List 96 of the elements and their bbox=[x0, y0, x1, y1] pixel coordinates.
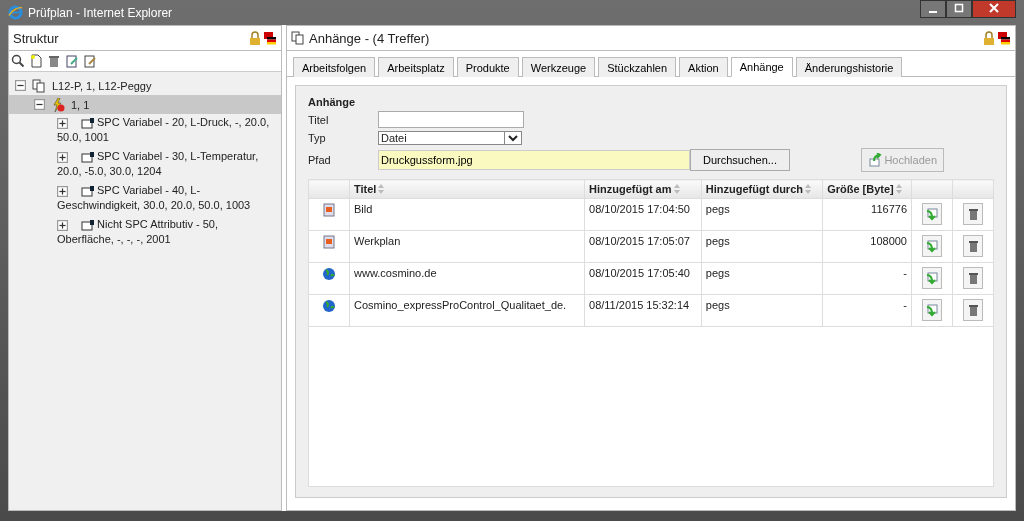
column-header[interactable]: Hinzugefügt am bbox=[584, 179, 702, 199]
expand-toggle[interactable] bbox=[57, 186, 68, 197]
dropdown-arrow-icon[interactable] bbox=[504, 132, 521, 144]
globe-icon bbox=[322, 267, 336, 281]
field-label: Pfad bbox=[308, 154, 332, 166]
browser-logo-icon bbox=[8, 5, 23, 20]
expand-toggle[interactable] bbox=[57, 152, 68, 163]
tab[interactable]: Arbeitsfolgen bbox=[293, 57, 376, 77]
table-cell: Werkplan bbox=[349, 230, 585, 263]
table-cell: 08/10/2015 17:04:50 bbox=[584, 198, 702, 231]
edit-document-icon[interactable] bbox=[65, 54, 79, 68]
type-dropdown[interactable]: Datei bbox=[378, 131, 522, 145]
lock-icon bbox=[982, 31, 996, 45]
browse-button[interactable]: Durchsuchen... bbox=[690, 149, 790, 171]
table-cell: pegs bbox=[701, 230, 823, 263]
column-header[interactable]: Hinzugefügt durch bbox=[701, 179, 823, 199]
tab[interactable]: Stückzahlen bbox=[598, 57, 677, 77]
measurement-icon bbox=[81, 150, 95, 164]
table-cell: 116776 bbox=[822, 198, 912, 231]
tab[interactable]: Änderungshistorie bbox=[795, 57, 903, 77]
panel-title: Anhänge - (4 Treffer) bbox=[309, 30, 430, 46]
flag-icon bbox=[997, 31, 1011, 45]
title-field[interactable] bbox=[378, 111, 524, 128]
tab[interactable]: Produkte bbox=[456, 57, 519, 77]
image-file-icon bbox=[322, 203, 336, 217]
download-button[interactable] bbox=[922, 299, 942, 321]
measurement-icon bbox=[81, 218, 95, 232]
table-cell: pegs bbox=[701, 198, 823, 231]
table-cell: - bbox=[822, 262, 912, 295]
lock-icon bbox=[248, 31, 262, 45]
tree-item[interactable]: SPC Variabel - 20, L-Druck, -, 20.0, 50.0, 1001 bbox=[57, 115, 271, 145]
download-icon bbox=[925, 303, 939, 317]
table-cell: pegs bbox=[701, 262, 823, 295]
tree-item[interactable]: 1, 1 bbox=[71, 98, 90, 111]
measurement-icon bbox=[81, 184, 95, 198]
documents-icon bbox=[291, 31, 305, 45]
trash-icon[interactable] bbox=[47, 54, 61, 68]
table-cell: 08/10/2015 17:05:40 bbox=[584, 262, 702, 295]
tab[interactable]: Arbeitsplatz bbox=[378, 57, 454, 77]
tree-item[interactable]: SPC Variabel - 40, L-Geschwindigkeit, 30.0, 20.0, 50.0, 1003 bbox=[57, 183, 271, 213]
table-cell: pegs bbox=[701, 294, 823, 327]
search-icon[interactable] bbox=[11, 54, 25, 68]
column-header[interactable]: Größe [Byte] bbox=[822, 179, 912, 199]
minimize-button[interactable] bbox=[920, 0, 946, 18]
image-file-icon bbox=[322, 235, 336, 249]
table-cell: 108000 bbox=[822, 230, 912, 263]
section-heading: Anhänge bbox=[308, 96, 357, 108]
collapse-toggle[interactable] bbox=[15, 80, 26, 91]
table-cell: 08/11/2015 15:32:14 bbox=[584, 294, 702, 327]
delete-button[interactable] bbox=[963, 267, 983, 289]
tab[interactable]: Aktion bbox=[679, 57, 728, 77]
tree-item[interactable]: Nicht SPC Attributiv - 50, Oberfläche, -, -, -, 2001 bbox=[57, 217, 271, 247]
maximize-icon bbox=[954, 3, 964, 13]
table-cell: Bild bbox=[349, 198, 585, 231]
field-label: Typ bbox=[308, 132, 327, 144]
new-document-icon[interactable] bbox=[29, 54, 43, 68]
table-cell: www.cosmino.de bbox=[349, 262, 585, 295]
download-icon bbox=[925, 239, 939, 253]
panel-title: Struktur bbox=[13, 30, 59, 46]
expand-toggle[interactable] bbox=[57, 118, 68, 129]
table-cell: Cosmino_expressProControl_Qualitaet_de. bbox=[349, 294, 585, 327]
download-button[interactable] bbox=[922, 267, 942, 289]
flag-icon bbox=[263, 31, 277, 45]
trash-icon bbox=[966, 303, 980, 317]
expand-toggle[interactable] bbox=[57, 220, 68, 231]
table-cell: 08/10/2015 17:05:07 bbox=[584, 230, 702, 263]
trash-icon bbox=[966, 207, 980, 221]
tree-item[interactable]: L12-P, 1, L12-Peggy bbox=[52, 79, 152, 92]
maximize-button[interactable] bbox=[946, 0, 972, 18]
trash-icon bbox=[966, 271, 980, 285]
trash-icon bbox=[966, 239, 980, 253]
globe-icon bbox=[322, 299, 336, 313]
download-icon bbox=[925, 271, 939, 285]
lightning-icon bbox=[51, 97, 65, 112]
download-button[interactable] bbox=[922, 203, 942, 225]
table-cell: - bbox=[822, 294, 912, 327]
download-button[interactable] bbox=[922, 235, 942, 257]
column-header[interactable]: Titel bbox=[349, 179, 585, 199]
edit-document-icon[interactable] bbox=[83, 54, 97, 68]
documents-icon bbox=[32, 78, 46, 93]
close-icon bbox=[989, 3, 999, 13]
download-icon bbox=[925, 207, 939, 221]
close-button[interactable] bbox=[972, 0, 1016, 18]
tab[interactable]: Werkzeuge bbox=[521, 57, 596, 77]
delete-button[interactable] bbox=[963, 235, 983, 257]
delete-button[interactable] bbox=[963, 203, 983, 225]
minimize-icon bbox=[929, 10, 937, 13]
path-field[interactable]: Druckgussform.jpg bbox=[378, 150, 690, 170]
collapse-toggle[interactable] bbox=[34, 99, 45, 110]
upload-icon bbox=[868, 153, 883, 167]
delete-button[interactable] bbox=[963, 299, 983, 321]
measurement-icon bbox=[81, 116, 95, 130]
tree-item[interactable]: SPC Variabel - 30, L-Temperatur, 20.0, -5.0, 30.0, 1204 bbox=[57, 149, 271, 179]
field-label: Titel bbox=[308, 113, 330, 126]
window-title: Prüfplan - Internet Explorer bbox=[28, 5, 173, 20]
tab[interactable]: Anhänge bbox=[730, 57, 793, 77]
